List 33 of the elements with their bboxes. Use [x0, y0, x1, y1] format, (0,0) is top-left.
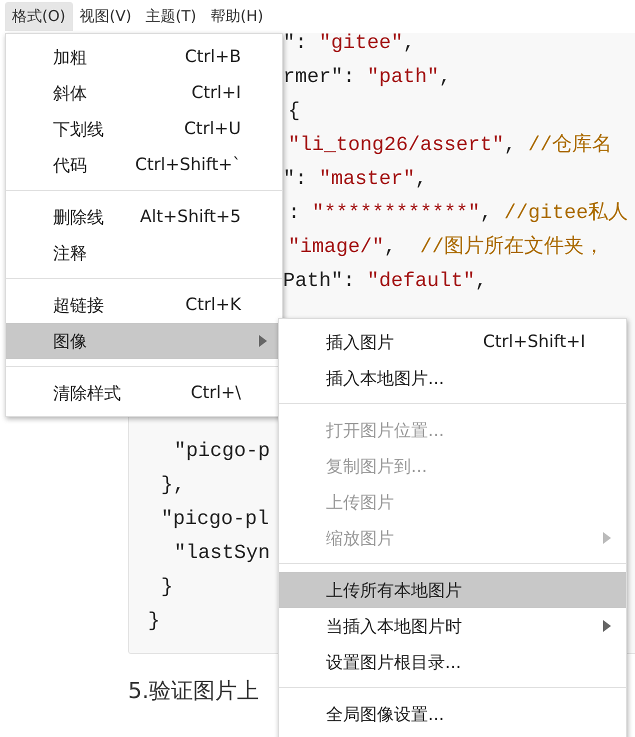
menubar-item[interactable]: 视图(V): [72, 2, 138, 31]
code-line: },: [161, 474, 186, 497]
menu-item[interactable]: 全局图像设置...: [279, 696, 626, 732]
code-line: rmer": "path",: [283, 66, 452, 89]
code-line: "picgo-p: [174, 440, 270, 463]
menu-item[interactable]: 当插入本地图片时: [279, 608, 626, 644]
menu-item[interactable]: 下划线 Ctrl+U: [6, 111, 282, 147]
code-line: }: [148, 610, 160, 633]
code-line: Path": "default",: [283, 270, 488, 293]
code-line: : "************", //gitee私人: [288, 202, 628, 225]
menu-item[interactable]: 清除样式 Ctrl+\: [6, 375, 282, 411]
code-line: ": "gitee",: [283, 32, 416, 55]
code-line: "picgo-pl: [161, 508, 270, 531]
menu-item[interactable]: 插入图片 Ctrl+Shift+I: [279, 324, 626, 360]
code-line: ": "master",: [283, 168, 428, 191]
menu-item[interactable]: 加粗 Ctrl+B: [6, 39, 282, 75]
menu-item[interactable]: 注释: [6, 235, 282, 271]
menu-item[interactable]: 删除线 Alt+Shift+5: [6, 199, 282, 235]
code-line: {: [288, 100, 300, 123]
code-line: "image/", //图片所在文件夹，: [288, 236, 604, 259]
code-line: "lastSyn: [174, 542, 270, 565]
menu-item[interactable]: 设置图片根目录...: [279, 644, 626, 680]
menu-item[interactable]: 超链接 Ctrl+K: [6, 287, 282, 323]
menubar-item[interactable]: 主题(T): [138, 2, 204, 31]
section-heading: 5.验证图片上: [128, 678, 259, 706]
code-line: "li_tong26/assert", //仓库名: [288, 134, 612, 157]
menu-item[interactable]: 代码 Ctrl+Shift+`: [6, 147, 282, 183]
menubar-item[interactable]: 帮助(H): [203, 2, 270, 31]
menu-item[interactable]: 插入本地图片...: [279, 360, 626, 396]
code-line: }: [161, 576, 174, 599]
menubar-item[interactable]: 格式(O): [5, 2, 73, 31]
menu-item[interactable]: 上传所有本地图片: [279, 572, 626, 608]
menu-item[interactable]: 斜体 Ctrl+I: [6, 75, 282, 111]
